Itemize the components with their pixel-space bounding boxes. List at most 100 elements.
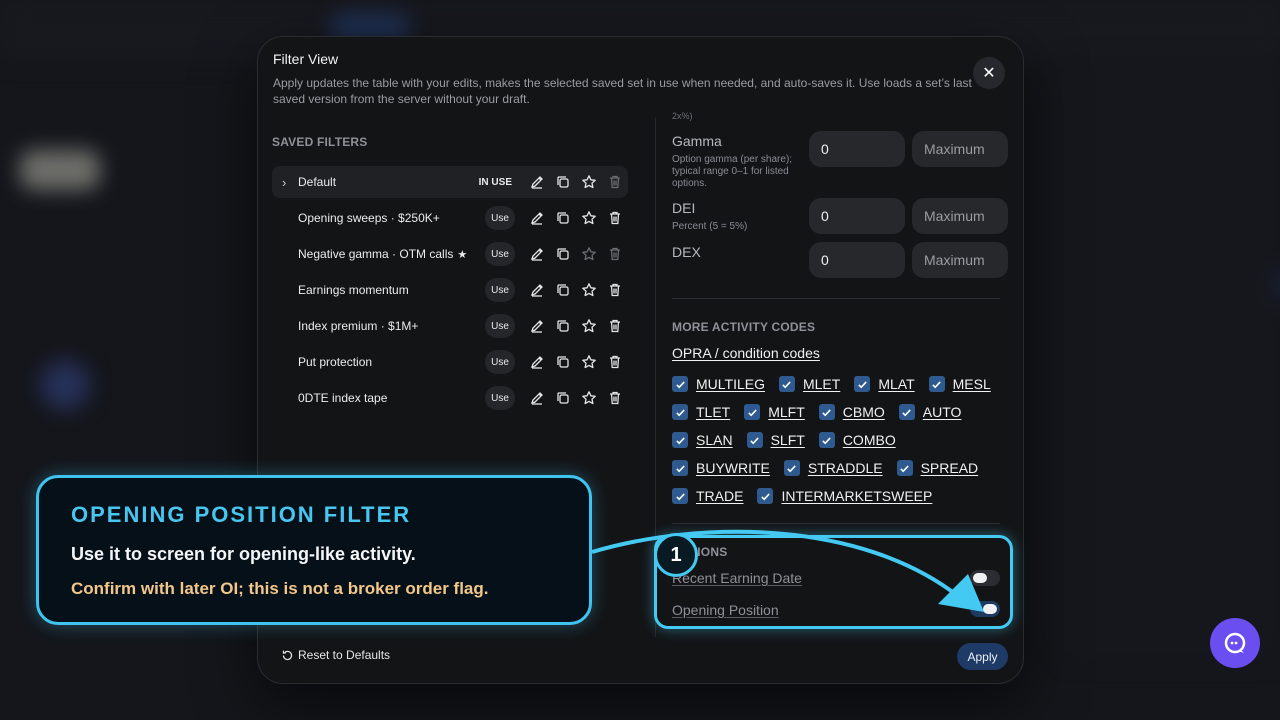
options-highlight-box — [654, 535, 1013, 629]
gamma-max-input[interactable]: Maximum — [912, 131, 1008, 167]
activity-code-checkbox[interactable]: MESL — [928, 376, 991, 392]
activity-code-checkbox[interactable]: MLET — [778, 376, 840, 392]
close-button[interactable]: ✕ — [973, 57, 1005, 89]
delete-icon[interactable] — [602, 244, 628, 264]
duplicate-icon[interactable] — [550, 208, 576, 228]
edit-icon[interactable] — [524, 316, 550, 336]
callout-body: Use it to screen for opening-like activi… — [71, 544, 416, 564]
checkmark-icon[interactable] — [854, 376, 871, 392]
star-icon[interactable] — [576, 388, 602, 408]
star-icon[interactable] — [576, 316, 602, 336]
duplicate-icon[interactable] — [550, 388, 576, 408]
duplicate-icon[interactable] — [550, 280, 576, 300]
activity-code-label: AUTO — [922, 404, 962, 420]
chat-support-button[interactable] — [1210, 618, 1260, 668]
gamma-min-input[interactable]: 0 — [809, 131, 905, 167]
duplicate-icon[interactable] — [550, 316, 576, 336]
use-button[interactable]: Use — [485, 350, 515, 374]
chevron-right-icon[interactable]: › — [282, 175, 296, 190]
activity-code-checkbox[interactable]: MULTILEG — [672, 376, 765, 392]
activity-code-row: MULTILEG MLET MLAT MESL — [672, 370, 1012, 398]
checkmark-icon[interactable] — [746, 432, 763, 448]
delete-icon[interactable] — [602, 208, 628, 228]
section-divider-2 — [672, 523, 1000, 524]
duplicate-icon[interactable] — [550, 352, 576, 372]
reset-defaults-button[interactable]: Reset to Defaults — [281, 648, 390, 662]
activity-code-checkbox[interactable]: TLET — [672, 404, 730, 420]
checkmark-icon[interactable] — [783, 460, 800, 476]
use-button[interactable]: Use — [485, 314, 515, 338]
saved-filter-row[interactable]: › Default IN USE — [272, 166, 628, 198]
checkmark-icon[interactable] — [744, 404, 761, 420]
use-button[interactable]: Use — [485, 242, 515, 266]
activity-code-checkbox[interactable]: SLAN — [672, 432, 733, 448]
star-icon[interactable] — [576, 352, 602, 372]
reset-label: Reset to Defaults — [298, 648, 391, 662]
saved-filter-row[interactable]: 0DTE index tape Use — [272, 382, 628, 414]
callout-title: OPENING POSITION FILTER — [71, 502, 412, 527]
checkmark-icon[interactable] — [818, 404, 835, 420]
activity-code-checkbox[interactable]: BUYWRITE — [672, 460, 770, 476]
checkmark-icon[interactable] — [672, 376, 688, 392]
activity-code-checkbox[interactable]: SLFT — [746, 432, 805, 448]
star-icon[interactable] — [576, 172, 602, 192]
activity-code-label: BUYWRITE — [696, 460, 770, 476]
star-icon[interactable] — [576, 208, 602, 228]
dex-min-input[interactable]: 0 — [809, 242, 905, 278]
dei-min-input[interactable]: 0 — [809, 198, 905, 234]
use-button[interactable]: Use — [485, 278, 515, 302]
star-icon[interactable] — [576, 244, 602, 264]
saved-filter-name: 0DTE index tape — [298, 391, 388, 405]
delete-icon[interactable] — [602, 172, 628, 192]
checkmark-icon[interactable] — [928, 376, 945, 392]
saved-filters-list: › Default IN USE Opening sweeps · $250K+ Use… — [272, 166, 628, 418]
activity-code-row: BUYWRITE STRADDLE SPREAD — [672, 454, 1012, 482]
edit-icon[interactable] — [524, 352, 550, 372]
checkmark-icon[interactable] — [672, 488, 688, 504]
activity-code-checkbox[interactable]: CBMO — [818, 404, 885, 420]
saved-filter-row[interactable]: Index premium · $1M+ Use — [272, 310, 628, 342]
use-button[interactable]: Use — [485, 206, 515, 230]
activity-code-checkbox[interactable]: COMBO — [818, 432, 896, 448]
checkmark-icon[interactable] — [898, 404, 915, 420]
saved-filters-heading: SAVED FILTERS — [272, 135, 368, 149]
delete-icon[interactable] — [602, 316, 628, 336]
checkmark-icon[interactable] — [672, 404, 688, 420]
delete-icon[interactable] — [602, 280, 628, 300]
duplicate-icon[interactable] — [550, 172, 576, 192]
activity-code-checkbox[interactable]: SPREAD — [896, 460, 978, 476]
use-button[interactable]: Use — [485, 386, 515, 410]
duplicate-icon[interactable] — [550, 244, 576, 264]
edit-icon[interactable] — [524, 208, 550, 228]
activity-code-checkbox[interactable]: TRADE — [672, 488, 743, 504]
checkmark-icon[interactable] — [818, 432, 835, 448]
dex-max-input[interactable]: Maximum — [912, 242, 1008, 278]
opra-codes-link[interactable]: OPRA / condition codes — [672, 345, 820, 361]
delete-icon[interactable] — [602, 388, 628, 408]
checkmark-icon[interactable] — [672, 432, 688, 448]
edit-icon[interactable] — [524, 388, 550, 408]
edit-icon[interactable] — [524, 172, 550, 192]
dei-max-input[interactable]: Maximum — [912, 198, 1008, 234]
saved-filter-name: Negative gamma · OTM calls ★ — [298, 247, 468, 261]
checkmark-icon[interactable] — [672, 460, 688, 476]
checkmark-icon[interactable] — [778, 376, 795, 392]
checkmark-icon[interactable] — [896, 460, 913, 476]
edit-icon[interactable] — [524, 280, 550, 300]
saved-filter-row[interactable]: Opening sweeps · $250K+ Use — [272, 202, 628, 234]
activity-code-grid: MULTILEG MLET MLAT MESL TLET MLFT CBMO AUTO SLAN… — [672, 370, 1012, 510]
activity-code-checkbox[interactable]: MLFT — [744, 404, 805, 420]
checkmark-icon[interactable] — [757, 488, 774, 504]
activity-code-checkbox[interactable]: AUTO — [898, 404, 962, 420]
activity-code-checkbox[interactable]: STRADDLE — [783, 460, 883, 476]
edit-icon[interactable] — [524, 244, 550, 264]
saved-filter-row[interactable]: Put protection Use — [272, 346, 628, 378]
saved-filter-name: Default — [298, 175, 337, 189]
activity-code-checkbox[interactable]: INTERMARKETSWEEP — [757, 488, 932, 504]
apply-button[interactable]: Apply — [957, 643, 1008, 670]
saved-filter-row[interactable]: Negative gamma · OTM calls ★ Use — [272, 238, 628, 270]
delete-icon[interactable] — [602, 352, 628, 372]
saved-filter-row[interactable]: Earnings momentum Use — [272, 274, 628, 306]
activity-code-checkbox[interactable]: MLAT — [854, 376, 915, 392]
star-icon[interactable] — [576, 280, 602, 300]
